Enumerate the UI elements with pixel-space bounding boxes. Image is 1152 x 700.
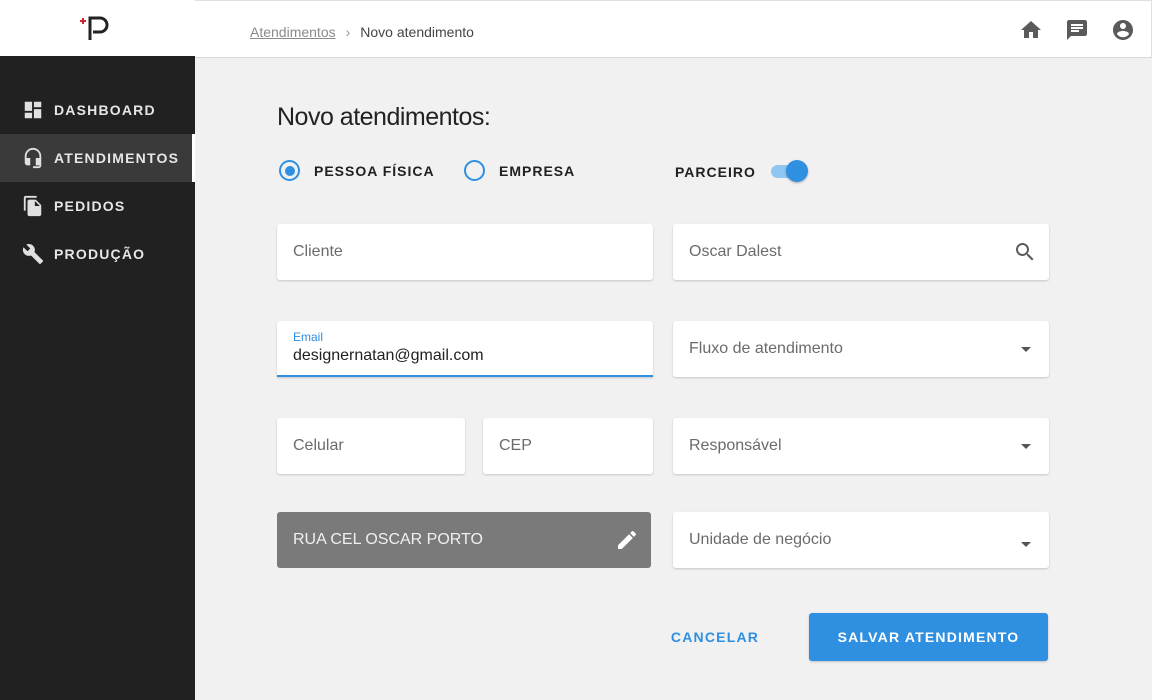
dropdown-arrow-icon xyxy=(1021,444,1031,449)
headset-icon xyxy=(22,147,44,169)
dashboard-icon xyxy=(22,99,44,121)
sidebar-item-pedidos[interactable]: PEDIDOS xyxy=(0,182,195,230)
radio-label: PESSOA FÍSICA xyxy=(314,162,435,179)
cliente-field[interactable]: Cliente xyxy=(277,224,653,280)
sidebar: DASHBOARD ATENDIMENTOS PEDIDOS PRODUÇÃO xyxy=(0,0,195,700)
sidebar-item-label: PEDIDOS xyxy=(54,198,126,214)
sidebar-item-label: DASHBOARD xyxy=(54,102,156,118)
radio-empresa[interactable]: EMPRESA xyxy=(464,160,575,181)
radio-label: EMPRESA xyxy=(499,162,576,179)
email-field[interactable]: Email designernatan@gmail.com xyxy=(277,321,653,377)
endereco-value: RUA CEL OSCAR PORTO xyxy=(293,531,483,548)
chevron-right-icon: › xyxy=(345,24,351,40)
account-icon[interactable] xyxy=(1111,18,1135,42)
breadcrumb-current: Novo atendimento xyxy=(360,24,474,40)
sidebar-nav: DASHBOARD ATENDIMENTOS PEDIDOS PRODUÇÃO xyxy=(0,86,195,278)
logo-area xyxy=(0,0,195,56)
breadcrumb: Atendimentos › Novo atendimento xyxy=(250,24,474,40)
home-icon[interactable] xyxy=(1019,18,1043,42)
sidebar-item-label: ATENDIMENTOS xyxy=(54,150,180,166)
email-label: Email xyxy=(293,330,324,344)
chat-icon[interactable] xyxy=(1065,18,1089,42)
endereco-field[interactable]: RUA CEL OSCAR PORTO xyxy=(277,512,651,568)
radio-unchecked-icon[interactable] xyxy=(464,160,485,181)
sidebar-item-label: PRODUÇÃO xyxy=(54,246,146,262)
unidade-select[interactable]: Unidade de negócio xyxy=(673,512,1049,568)
cliente-placeholder: Cliente xyxy=(293,243,343,260)
wrench-icon xyxy=(22,243,44,265)
save-button[interactable]: SALVAR ATENDIMENTO xyxy=(809,613,1048,661)
sidebar-item-atendimentos[interactable]: ATENDIMENTOS xyxy=(0,134,195,182)
dropdown-arrow-icon xyxy=(1021,347,1031,352)
cep-field[interactable]: CEP xyxy=(483,418,653,474)
pencil-icon[interactable] xyxy=(615,528,639,552)
partner-search-value: Oscar Dalest xyxy=(689,243,782,260)
partner-search-field[interactable]: Oscar Dalest xyxy=(673,224,1049,280)
sidebar-item-dashboard[interactable]: DASHBOARD xyxy=(0,86,195,134)
breadcrumb-link-atendimentos[interactable]: Atendimentos xyxy=(250,24,336,40)
radio-pessoa-fisica[interactable]: PESSOA FÍSICA xyxy=(279,160,435,181)
dropdown-arrow-icon xyxy=(1021,542,1031,547)
header-actions xyxy=(1019,18,1135,42)
toggle-thumb[interactable] xyxy=(786,160,808,182)
celular-placeholder: Celular xyxy=(293,437,344,454)
radio-checked-icon[interactable] xyxy=(279,160,300,181)
fluxo-placeholder: Fluxo de atendimento xyxy=(689,340,843,357)
documents-icon xyxy=(22,195,44,217)
logo-p-icon[interactable] xyxy=(80,15,112,41)
partner-toggle-label: PARCEIRO xyxy=(675,164,756,180)
partner-toggle[interactable] xyxy=(771,160,809,182)
celular-field[interactable]: Celular xyxy=(277,418,465,474)
unidade-placeholder: Unidade de negócio xyxy=(689,531,832,548)
responsavel-placeholder: Responsável xyxy=(689,437,782,454)
top-header: Atendimentos › Novo atendimento xyxy=(195,0,1152,58)
page-title: Novo atendimentos: xyxy=(277,103,491,131)
email-value: designernatan@gmail.com xyxy=(293,347,484,364)
responsavel-select[interactable]: Responsável xyxy=(673,418,1049,474)
fluxo-select[interactable]: Fluxo de atendimento xyxy=(673,321,1049,377)
sidebar-item-producao[interactable]: PRODUÇÃO xyxy=(0,230,195,278)
cancel-button[interactable]: CANCELAR xyxy=(660,615,770,659)
search-icon[interactable] xyxy=(1013,240,1037,264)
cep-placeholder: CEP xyxy=(499,437,532,454)
